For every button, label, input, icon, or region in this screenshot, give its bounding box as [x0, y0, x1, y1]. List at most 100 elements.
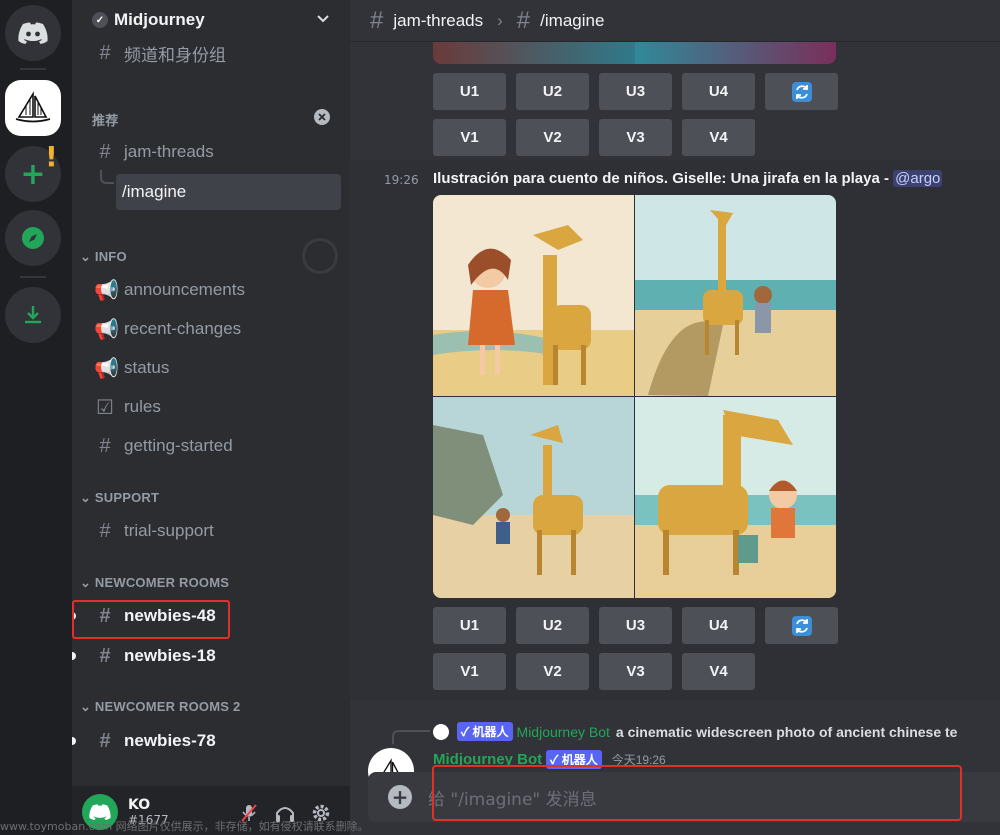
prompt-text: Ilustración para cuento de niños. Gisell…: [433, 170, 894, 187]
chevron-down-icon: ⌄: [80, 699, 95, 714]
variation-3-button[interactable]: V3: [599, 119, 672, 156]
guild-header[interactable]: ✓ Midjourney: [72, 0, 350, 40]
browse-channels-label: 频道和身份组: [124, 45, 226, 65]
discord-home-button[interactable]: [5, 5, 61, 61]
channel-recent-changes[interactable]: 📢 recent-changes: [88, 312, 341, 346]
variation-1-button[interactable]: V1: [433, 653, 506, 690]
highlight-annotation: [72, 600, 230, 639]
category-newcomer-rooms[interactable]: ⌄ NEWCOMER ROOMS: [80, 575, 229, 591]
download-apps-button[interactable]: [5, 287, 61, 343]
reroll-button[interactable]: [765, 73, 838, 110]
channel-trial-support[interactable]: # trial-support: [88, 514, 341, 548]
chevron-right-icon: ›: [497, 10, 503, 30]
channel-rules[interactable]: ☑ rules: [88, 390, 341, 424]
channel-label: newbies-78: [124, 731, 216, 750]
upscale-2-button[interactable]: U2: [516, 73, 589, 110]
channel-newbies-18[interactable]: # newbies-18: [88, 639, 341, 673]
reply-text: a cinematic widescreen photo of ancient …: [615, 723, 958, 740]
channel-jam-threads[interactable]: # jam-threads: [88, 135, 341, 169]
channel-sidebar: ✓ Midjourney # 频道和身份组 推荐 # jam-threads /…: [72, 0, 350, 835]
highlight-annotation: [432, 765, 962, 821]
refresh-icon: [791, 615, 812, 636]
channel-browse-icon: #: [99, 41, 111, 64]
category-info[interactable]: ⌄ INFO: [80, 249, 127, 265]
reply-preview[interactable]: ✓ 机器人 Midjourney Bot a cinematic widescr…: [433, 722, 957, 741]
hashtag-threads-icon: #: [99, 644, 111, 667]
loading-spinner: [302, 238, 338, 274]
chevron-down-icon: ⌄: [80, 249, 95, 264]
message-timestamp: 19:26: [384, 173, 419, 187]
plus-icon: +: [20, 156, 46, 192]
hashtag-icon: #: [99, 140, 111, 163]
chat-area: # jam-threads › # /imagine U1 U2 U3 U4 V…: [350, 0, 1000, 835]
alert-icon: !: [45, 140, 58, 173]
upscale-4-button[interactable]: U4: [682, 73, 755, 110]
header-parent-channel[interactable]: jam-threads: [393, 11, 483, 31]
hashtag-icon: #: [99, 519, 111, 542]
giraffe-illustration-image: [433, 195, 836, 598]
megaphone-icon: 📢: [94, 318, 119, 341]
verified-icon: ✓: [92, 12, 108, 28]
channel-getting-started[interactable]: # getting-started: [88, 429, 341, 463]
channel-label: jam-threads: [124, 142, 214, 161]
upscale-2-button[interactable]: U2: [516, 607, 589, 644]
category-recommended: 推荐: [92, 113, 119, 128]
chevron-down-icon: [317, 15, 329, 23]
channel-announcements[interactable]: 📢 announcements: [88, 273, 341, 307]
explore-button[interactable]: [5, 210, 61, 266]
discord-icon: [18, 22, 48, 44]
channel-header: # jam-threads › # /imagine: [350, 0, 1000, 42]
variation-3-button[interactable]: V3: [599, 653, 672, 690]
unread-indicator: [72, 737, 76, 745]
add-attachment-icon[interactable]: +: [388, 785, 412, 809]
thread-connector: [100, 170, 114, 184]
upscale-1-button[interactable]: U1: [433, 607, 506, 644]
guild-name: Midjourney: [114, 10, 205, 29]
previous-image-grid[interactable]: [433, 42, 836, 64]
variation-2-button[interactable]: V2: [516, 119, 589, 156]
chevron-down-icon: ⌄: [80, 490, 95, 505]
variation-2-button[interactable]: V2: [516, 653, 589, 690]
bot-avatar-mini: [433, 723, 449, 740]
sailboat-icon: [15, 91, 51, 123]
user-mention[interactable]: @argo: [893, 170, 943, 187]
hashtag-icon: #: [99, 434, 111, 457]
reroll-button[interactable]: [765, 607, 838, 644]
channel-label: rules: [124, 397, 161, 416]
upscale-4-button[interactable]: U4: [682, 607, 755, 644]
category-newcomer-rooms-2[interactable]: ⌄ NEWCOMER ROOMS 2: [80, 699, 240, 715]
variation-4-button[interactable]: V4: [682, 119, 755, 156]
channel-label: status: [124, 358, 170, 377]
chevron-down-icon: ⌄: [80, 575, 95, 590]
unread-indicator: [72, 652, 76, 660]
message-prompt: Ilustración para cuento de niños. Gisell…: [433, 170, 1000, 187]
category-support[interactable]: ⌄ SUPPORT: [80, 490, 159, 506]
variation-1-button[interactable]: V1: [433, 119, 506, 156]
category-label: NEWCOMER ROOMS 2: [94, 699, 241, 714]
variation-4-button[interactable]: V4: [682, 653, 755, 690]
username: KO: [128, 797, 151, 813]
watermark: www.toymoban.com 网络图片仅供展示，非存储，如有侵权请联系删除。: [0, 820, 369, 833]
download-icon: [25, 306, 41, 324]
reply-connector: [392, 730, 430, 744]
generated-image-grid[interactable]: [433, 195, 836, 598]
hashtag-icon: #: [370, 6, 384, 34]
bot-badge: ✓ 机器人: [457, 722, 513, 741]
category-label: INFO: [94, 249, 127, 264]
category-label: SUPPORT: [94, 490, 160, 505]
midjourney-server-button[interactable]: [5, 80, 61, 136]
channel-status[interactable]: 📢 status: [88, 351, 341, 385]
refresh-icon: [791, 81, 812, 102]
upscale-3-button[interactable]: U3: [599, 607, 672, 644]
megaphone-icon: 📢: [94, 279, 119, 302]
browse-channels-item[interactable]: # 频道和身份组: [88, 36, 341, 70]
compass-icon: [22, 227, 44, 249]
upscale-1-button[interactable]: U1: [433, 73, 506, 110]
channel-newbies-78[interactable]: # newbies-78: [88, 724, 341, 758]
add-server-button[interactable]: + !: [5, 140, 61, 202]
rules-checkbox-icon: ☑: [96, 396, 114, 419]
close-icon[interactable]: [313, 108, 331, 126]
thread-imagine[interactable]: /imagine: [116, 174, 341, 210]
upscale-3-button[interactable]: U3: [599, 73, 672, 110]
rail-divider: [20, 68, 46, 70]
